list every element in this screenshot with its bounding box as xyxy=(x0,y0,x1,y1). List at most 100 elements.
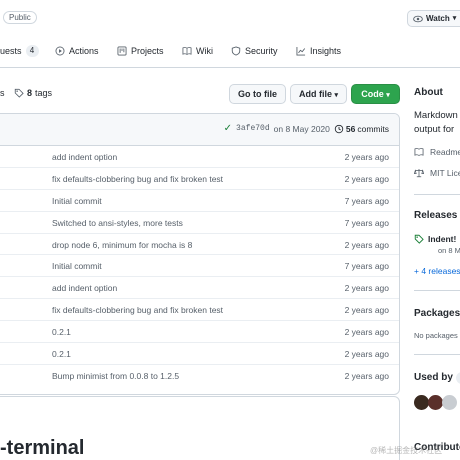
avatar[interactable] xyxy=(442,395,457,410)
used-by-heading[interactable]: Used by 1 xyxy=(414,372,460,384)
commit-date: on 8 May 2020 xyxy=(273,123,330,134)
readme-title: -terminal xyxy=(0,437,85,459)
file-list: ✓ 3afe70d on 8 May 2020 56 commits add i… xyxy=(0,113,400,395)
chevron-down-icon: ▾ xyxy=(334,92,339,99)
used-by-count: 1 xyxy=(455,372,460,384)
description-line-2: output for xyxy=(414,124,455,135)
chevron-down-icon: ▾ xyxy=(386,92,390,99)
tab-label: Security xyxy=(245,46,278,56)
commit-count: 56 xyxy=(345,123,356,134)
file-row[interactable]: drop node 6, minimum for mocha is 8 2 yea… xyxy=(0,234,399,256)
commit-message-link[interactable]: Bump minimist from 0.0.8 to 1.2.5 xyxy=(52,371,179,381)
commit-message-link[interactable]: drop node 6, minimum for mocha is 8 xyxy=(52,240,192,250)
code-button[interactable]: Code ▾ xyxy=(351,84,400,104)
watch-label: Watch xyxy=(426,14,450,23)
commit-age: 2 years ago xyxy=(344,349,389,360)
tab-label: Wiki xyxy=(196,46,213,56)
tag-icon xyxy=(14,88,24,98)
release-name[interactable]: Indent! xyxy=(428,234,456,244)
tab-insights[interactable]: Insights xyxy=(296,36,341,66)
play-icon xyxy=(55,46,65,56)
tab-security[interactable]: Security xyxy=(231,36,278,66)
tags-label: tags xyxy=(35,88,53,98)
file-row[interactable]: 0.2.1 2 years ago xyxy=(0,321,399,344)
watermark: @稀土掘金技术社区 xyxy=(370,446,443,455)
sidebar-divider xyxy=(414,354,460,355)
commit-age: 2 years ago xyxy=(344,327,389,338)
release-date: on 8 May xyxy=(438,246,460,255)
releases-heading[interactable]: Releases xyxy=(414,210,457,221)
commit-message-link[interactable]: 0.2.1 xyxy=(52,349,71,359)
tab-projects[interactable]: Projects xyxy=(117,36,164,66)
about-heading: About xyxy=(414,87,443,98)
commit-age: 2 years ago xyxy=(344,239,389,250)
add-file-button[interactable]: Add file ▾ xyxy=(290,84,347,104)
law-icon xyxy=(414,168,424,178)
watch-button[interactable]: Watch ▾ xyxy=(407,10,460,27)
tab-label: uests xyxy=(0,46,22,56)
tag-icon xyxy=(414,234,424,244)
check-icon: ✓ xyxy=(223,123,233,134)
tab-counter: 4 xyxy=(25,45,39,57)
graph-icon xyxy=(296,46,306,56)
file-row[interactable]: add indent option 2 years ago xyxy=(0,146,399,168)
tab-label: Actions xyxy=(69,46,99,56)
book-icon xyxy=(182,47,192,55)
file-row[interactable]: Initial commit 7 years ago xyxy=(0,190,399,212)
tab-pull-requests[interactable]: uests 4 xyxy=(0,36,39,66)
commit-message-link[interactable]: fix defaults-clobbering bug and fix brok… xyxy=(52,305,223,315)
commit-message-link[interactable]: Switched to ansi-styles, more tests xyxy=(52,218,183,228)
commits-label: commits xyxy=(357,123,389,134)
avatar[interactable] xyxy=(428,395,443,410)
go-to-file-button[interactable]: Go to file xyxy=(229,84,286,104)
commit-message-link[interactable]: add indent option xyxy=(52,283,117,293)
visibility-badge: Public xyxy=(3,11,37,24)
commit-message-link[interactable]: add indent option xyxy=(52,152,117,162)
commit-age: 2 years ago xyxy=(344,283,389,294)
commit-age: 2 years ago xyxy=(344,173,389,184)
tab-wiki[interactable]: Wiki xyxy=(182,36,213,66)
readme-link[interactable]: Readme xyxy=(430,147,460,157)
project-icon xyxy=(117,46,127,56)
code-label: Code xyxy=(361,89,384,99)
commit-sha-link[interactable]: 3afe70d xyxy=(236,124,270,133)
branches-link[interactable]: s xyxy=(0,88,5,98)
file-row[interactable]: fix defaults-clobbering bug and fix brok… xyxy=(0,168,399,190)
description-line-1: Markdown xyxy=(414,110,458,121)
packages-heading[interactable]: Packages xyxy=(414,308,460,319)
eye-icon xyxy=(413,15,423,22)
file-row[interactable]: Initial commit 7 years ago xyxy=(0,255,399,278)
tags-count: 8 xyxy=(27,88,33,98)
tags-link[interactable]: 8 tags xyxy=(14,88,52,98)
commit-message-link[interactable]: Initial commit xyxy=(52,261,102,271)
avatar[interactable] xyxy=(414,395,429,410)
more-releases-link[interactable]: + 4 releases xyxy=(414,266,460,276)
license-link[interactable]: MIT Lice xyxy=(430,168,460,178)
repo-header: Public Watch ▾ xyxy=(0,0,460,36)
file-row[interactable]: Switched to ansi-styles, more tests 7 yea… xyxy=(0,212,399,234)
commit-message-link[interactable]: 0.2.1 xyxy=(52,327,71,337)
sidebar-divider xyxy=(414,194,460,195)
packages-text: No packages p xyxy=(414,331,460,340)
file-rows: add indent option 2 years ago fix defaults… xyxy=(0,146,399,387)
file-row[interactable]: add indent option 2 years ago xyxy=(0,277,399,300)
shield-icon xyxy=(231,46,241,56)
tab-actions[interactable]: Actions xyxy=(55,36,99,66)
file-row[interactable]: 0.2.1 2 years ago xyxy=(0,343,399,365)
book-icon xyxy=(414,148,424,156)
commit-age: 7 years ago xyxy=(344,261,389,272)
commits-link[interactable]: 56 commits xyxy=(334,124,389,134)
commit-age: 7 years ago xyxy=(344,217,389,228)
file-row[interactable]: fix defaults-clobbering bug and fix brok… xyxy=(0,299,399,322)
file-row[interactable]: Bump minimist from 0.0.8 to 1.2.5 2 years… xyxy=(0,365,399,387)
commit-age: 2 years ago xyxy=(344,152,389,162)
commit-message-link[interactable]: Initial commit xyxy=(52,196,102,206)
commit-message-link[interactable]: fix defaults-clobbering bug and fix brok… xyxy=(52,174,223,184)
commit-age: 2 years ago xyxy=(344,370,389,381)
chevron-down-icon: ▾ xyxy=(452,15,457,22)
commit-age: 7 years ago xyxy=(344,195,389,206)
history-icon xyxy=(334,124,344,133)
latest-commit-bar: ✓ 3afe70d on 8 May 2020 56 commits xyxy=(0,114,399,146)
commit-age: 2 years ago xyxy=(344,305,389,316)
branch-bar: s 8 tags Go to file Add file ▾ Code ▾ xyxy=(0,84,405,106)
